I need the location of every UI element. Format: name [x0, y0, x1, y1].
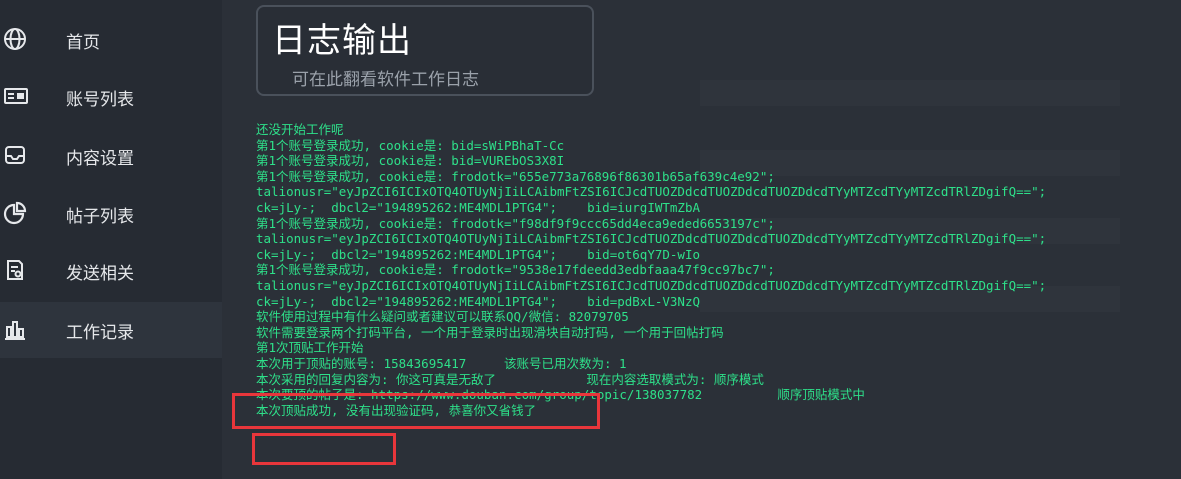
sidebar: 首页 账号列表 内容设置 帖子列表 发送相关 工作记录	[0, 0, 222, 479]
log-line: ck=jLy-; dbcl2="194895262:ME4MDL1PTG4"; …	[256, 246, 701, 262]
sidebar-item-label: 发送相关	[66, 264, 134, 284]
globe-icon	[2, 26, 28, 52]
sidebar-item-label: 工作记录	[66, 323, 134, 343]
log-line: 本次顶贴成功, 没有出现验证码, 恭喜你又省钱了	[256, 402, 537, 418]
log-line: talionusr="eyJpZCI6ICIxOTQ4OTUyNjIiLCAib…	[256, 277, 1047, 293]
log-line: 软件需要登录两个打码平台, 一个用于登录时出现滑块自动打码, 一个用于回帖打码	[256, 324, 724, 340]
inbox-icon	[2, 142, 28, 168]
sidebar-item-label: 帖子列表	[66, 207, 134, 227]
sidebar-item-accounts[interactable]: 账号列表	[0, 69, 222, 125]
sidebar-item-content-settings[interactable]: 内容设置	[0, 128, 222, 184]
log-line: 第1个账号登录成功, cookie是: bid=VUREbOS3X8I	[256, 153, 565, 169]
log-line: talionusr="eyJpZCI6ICIxOTQ4OTUyNjIiLCAib…	[256, 231, 1047, 247]
sidebar-item-label: 首页	[66, 33, 100, 53]
document-icon	[2, 257, 28, 283]
pie-chart-icon	[2, 200, 28, 226]
log-line: talionusr="eyJpZCI6ICIxOTQ4OTUyNjIiLCAib…	[256, 184, 1047, 200]
log-line: 本次要顶的帖子是: https://www.douban.com/group/t…	[256, 387, 865, 403]
page-subtitle: 可在此翻看软件工作日志	[292, 70, 479, 90]
log-line: ck=jLy-; dbcl2="194895262:ME4MDL1PTG4"; …	[256, 199, 701, 215]
bar-chart-icon	[2, 316, 28, 342]
log-line: 第1个账号登录成功, cookie是: frodotk="9538e17fdee…	[256, 262, 775, 278]
sidebar-item-posts[interactable]: 帖子列表	[0, 186, 222, 242]
log-line: 第1次顶贴工作开始	[256, 340, 364, 356]
log-line: 第1个账号登录成功, cookie是: frodotk="655e773a768…	[256, 168, 775, 184]
id-card-icon	[2, 83, 28, 109]
sidebar-item-label: 账号列表	[66, 90, 134, 110]
sidebar-item-label: 内容设置	[66, 149, 134, 169]
sidebar-item-home[interactable]: 首页	[0, 12, 222, 68]
ghost-row	[700, 80, 1120, 106]
sidebar-item-work-log[interactable]: 工作记录	[0, 302, 222, 358]
log-line: 本次采用的回复内容为: 你这可真是无敌了 现在内容选取模式为: 顺序模式	[256, 371, 764, 387]
sidebar-item-sending[interactable]: 发送相关	[0, 243, 222, 299]
page-title: 日志输出	[272, 21, 412, 61]
log-line: ck=jLy-; dbcl2="194895262:ME4MDL1PTG4"; …	[256, 293, 701, 309]
page-header-card: 日志输出 可在此翻看软件工作日志	[256, 5, 594, 96]
log-line: 第1个账号登录成功, cookie是: frodotk="f98df9f9ccc…	[256, 215, 775, 231]
log-output[interactable]: 还没开始工作呢 第1个账号登录成功, cookie是: bid=sWiPBhaT…	[256, 122, 1181, 479]
log-line: 还没开始工作呢	[256, 122, 344, 137]
log-line: 第1个账号登录成功, cookie是: bid=sWiPBhaT-Cc	[256, 137, 565, 153]
log-line: 本次用于顶贴的账号: 15843695417 该账号已用次数为: 1	[256, 355, 627, 371]
log-line: 软件使用过程中有什么疑问或者建议可以联系QQ/微信: 82079705	[256, 309, 629, 325]
